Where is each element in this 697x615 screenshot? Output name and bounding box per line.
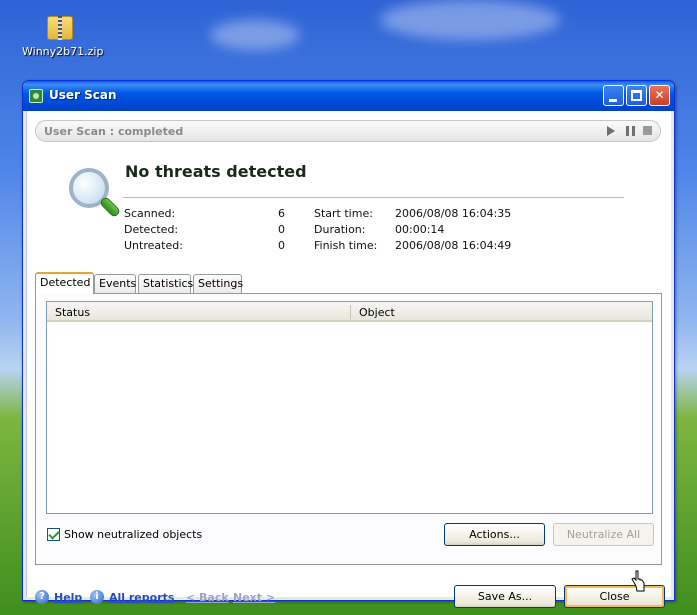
show-neutralized-label[interactable]: Show neutralized objects [64, 528, 202, 541]
hand-cursor-icon [631, 570, 645, 592]
next-link[interactable]: Next > [233, 591, 275, 604]
stat-value-finish-time: 2006/08/08 16:04:49 [395, 239, 512, 252]
detected-objects-list[interactable]: Status Object [46, 301, 653, 514]
tab-detected[interactable]: Detected [35, 272, 94, 294]
minimize-button[interactable] [603, 85, 624, 106]
zip-folder-icon [45, 12, 75, 42]
help-link[interactable]: Help [54, 591, 82, 604]
scan-status-text: User Scan : completed [44, 125, 184, 138]
cloud [210, 20, 300, 50]
column-divider[interactable] [350, 305, 351, 319]
cloud [380, 0, 560, 40]
stop-icon[interactable] [643, 126, 652, 135]
pause-icon[interactable] [626, 126, 635, 136]
tab-settings[interactable]: Settings [193, 274, 243, 293]
actions-button[interactable]: Actions... [444, 523, 545, 546]
stat-value-scanned: 6 [278, 207, 285, 220]
headline-divider [123, 197, 624, 198]
stat-value-duration: 00:00:14 [395, 223, 445, 236]
app-icon [29, 89, 43, 103]
stat-value-detected: 0 [278, 223, 285, 236]
stat-value-untreated: 0 [278, 239, 285, 252]
magnifier-icon [69, 168, 125, 224]
stat-label-duration: Duration: [314, 223, 366, 236]
save-as-button[interactable]: Save As... [454, 585, 556, 608]
stat-value-start-time: 2006/08/08 16:04:35 [395, 207, 512, 220]
stat-label-scanned: Scanned: [124, 207, 176, 220]
back-link[interactable]: < Back [186, 591, 229, 604]
show-neutralized-checkbox[interactable] [47, 528, 60, 541]
scan-status-bar: User Scan : completed [35, 120, 661, 142]
minimize-icon [609, 99, 617, 102]
stat-label-detected: Detected: [124, 223, 179, 236]
result-headline: No threats detected [125, 162, 307, 181]
stat-label-finish-time: Finish time: [314, 239, 378, 252]
detected-tab-panel: Status Object Show neutralized objects A… [35, 293, 662, 565]
stat-label-untreated: Untreated: [124, 239, 183, 252]
window-title: User Scan [49, 88, 117, 102]
all-reports-link[interactable]: All reports [109, 591, 174, 604]
title-bar[interactable]: User Scan ✕ [23, 81, 674, 111]
desktop-zip-file[interactable]: Winny2b71.zip [22, 12, 104, 58]
maximize-button[interactable] [626, 85, 647, 106]
list-header: Status Object [47, 302, 652, 322]
tab-events[interactable]: Events [94, 274, 136, 293]
column-header-object[interactable]: Object [359, 306, 395, 319]
info-icon: i [90, 590, 104, 604]
tab-statistics[interactable]: Statistics [138, 274, 193, 293]
window-client-area: User Scan : completed No threats detecte… [26, 111, 671, 608]
close-button[interactable]: Close [564, 585, 665, 608]
user-scan-window: User Scan ✕ User Scan : completed No thr… [22, 80, 675, 608]
neutralize-all-button[interactable]: Neutralize All [553, 523, 654, 546]
desktop-icon-label: Winny2b71.zip [22, 45, 104, 58]
play-icon[interactable] [607, 126, 615, 136]
help-icon: ? [35, 590, 49, 604]
column-header-status[interactable]: Status [55, 306, 90, 319]
close-window-button[interactable]: ✕ [649, 85, 670, 106]
maximize-icon [631, 90, 642, 101]
stat-label-start-time: Start time: [314, 207, 373, 220]
